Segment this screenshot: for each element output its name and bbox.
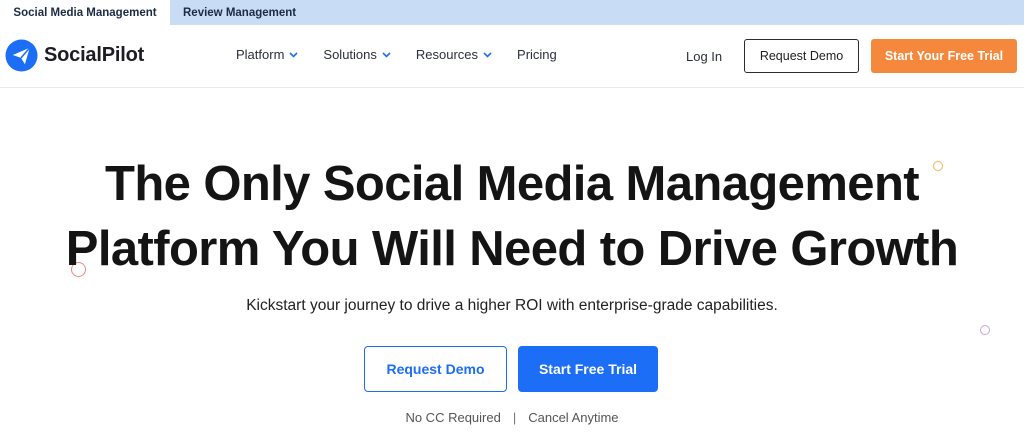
chevron-down-icon [382,51,391,58]
brand-logo[interactable]: SocialPilot [5,39,144,72]
hero-headline-line-1: The Only Social Media Management [105,157,920,211]
hero-notes: No CC Required | Cancel Anytime [0,410,1024,425]
nav-menu: Platform Solutions Resources Pricing [236,47,582,62]
decorative-circle [980,325,990,335]
tab-review-management[interactable]: Review Management [170,0,309,25]
login-link[interactable]: Log In [686,49,722,64]
paper-plane-icon [5,39,38,72]
request-demo-button[interactable]: Request Demo [364,346,507,392]
hero-headline-line-2: Platform You Will Need to Drive Growth [65,222,959,276]
no-cc-note: No CC Required [405,410,501,425]
request-demo-nav-button[interactable]: Request Demo [744,39,859,73]
chevron-down-icon [289,51,298,58]
brand-name: SocialPilot [44,44,145,66]
tab-social-media-management[interactable]: Social Media Management [0,0,170,25]
nav-item-label: Resources [415,47,479,62]
nav-item-resources[interactable]: Resources [416,47,492,62]
nav-item-pricing[interactable]: Pricing [517,47,557,62]
nav-item-label: Pricing [517,47,557,62]
free-trial-nav-button[interactable]: Start Your Free Trial [871,39,1017,73]
nav-item-label: Solutions [323,47,377,62]
chevron-down-icon [483,51,492,58]
nav-item-solutions[interactable]: Solutions [323,47,391,62]
start-free-trial-button[interactable]: Start Free Trial [518,346,658,392]
nav-item-platform[interactable]: Platform [236,47,298,62]
hero-subtitle: Kickstart your journey to drive a higher… [246,297,778,314]
product-switcher-bar: Social Media Management Review Managemen… [0,0,1024,25]
cancel-anytime-note: Cancel Anytime [528,410,619,425]
nav-item-label: Platform [236,47,285,62]
note-separator: | [512,410,517,425]
main-navigation: SocialPilot Platform Solutions Resources… [0,25,1024,88]
